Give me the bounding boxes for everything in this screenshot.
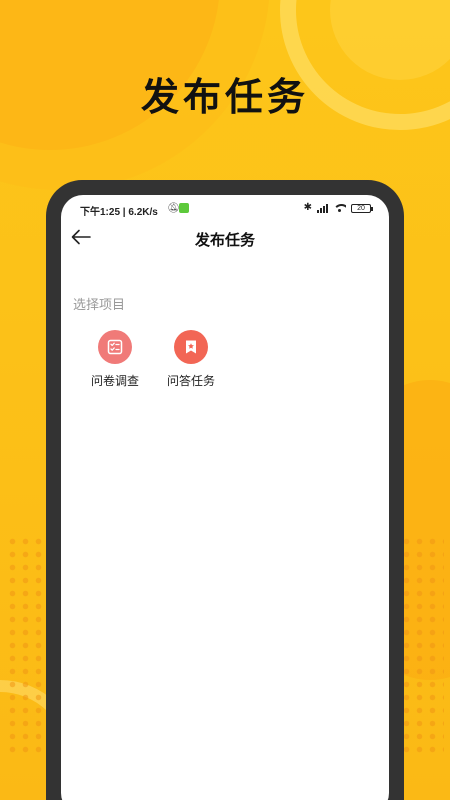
option-label: 问卷调查	[90, 374, 139, 388]
mute-bell-icon: 🔕︎	[167, 203, 180, 214]
option-label: 问答任务	[166, 374, 215, 388]
option-survey[interactable]: 问卷调查	[87, 330, 143, 389]
status-bar: 下午1:25 | 6.2K/s 🔕︎ ✱ 20	[61, 195, 389, 223]
decor-dots	[400, 535, 444, 755]
nav-bar: 发布任务	[61, 223, 389, 255]
page-title: 发布任务	[194, 231, 255, 249]
status-time: 下午1:25 | 6.2K/s	[80, 207, 158, 218]
star-bookmark-icon	[174, 330, 208, 364]
bluetooth-icon: ✱	[303, 202, 312, 213]
wifi-icon	[333, 203, 346, 213]
survey-clipboard-icon	[98, 330, 132, 364]
decor-dots	[6, 535, 50, 755]
app-notification-icon	[179, 203, 189, 213]
phone-screen: 下午1:25 | 6.2K/s 🔕︎ ✱ 20 发布任务 选择项目 问卷调查 问…	[61, 195, 389, 800]
option-qa-task[interactable]: 问答任务	[163, 330, 219, 389]
signal-icon	[317, 203, 328, 213]
promo-headline: 发布任务	[140, 75, 309, 119]
status-icons: ✱ 20	[303, 202, 373, 214]
battery-icon: 20	[351, 203, 373, 213]
project-options: 问卷调查 问答任务	[87, 330, 219, 389]
section-label: 选择项目	[73, 298, 126, 313]
